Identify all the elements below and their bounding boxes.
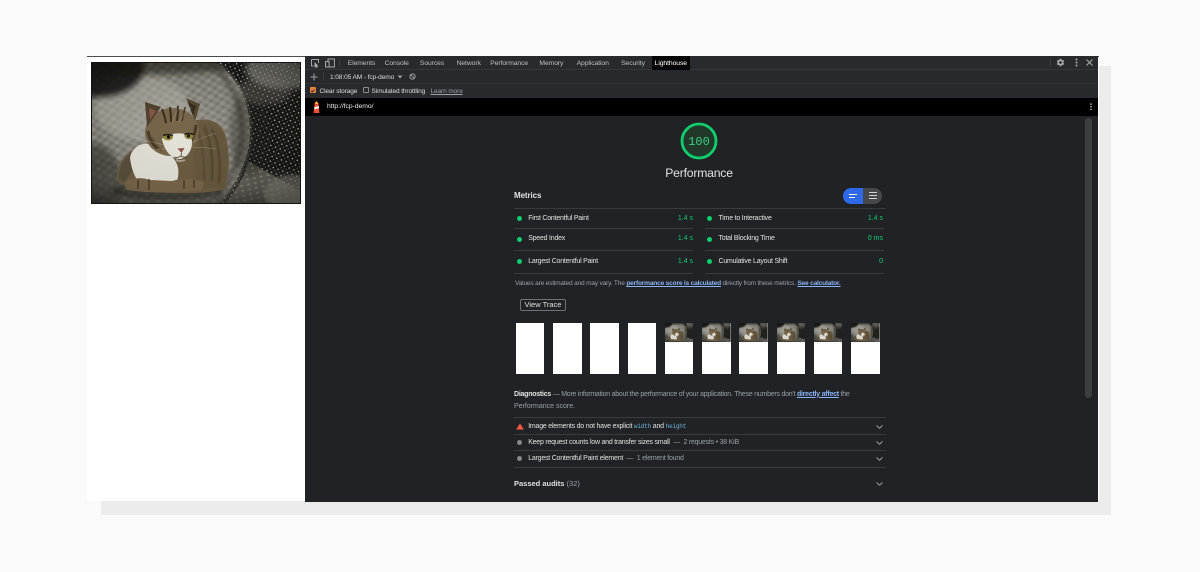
- svg-text:100: 100: [688, 135, 710, 149]
